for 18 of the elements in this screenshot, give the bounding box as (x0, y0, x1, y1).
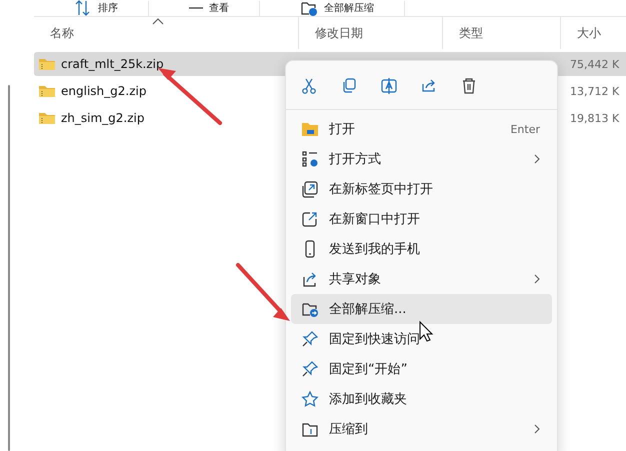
shortcut-text: Enter (510, 122, 540, 136)
menu-item-label: 打开 (329, 121, 355, 138)
menu-item-label: 压缩到 (329, 421, 368, 438)
menu-item-label: 发送到我的手机 (329, 241, 420, 258)
file-size: 13,712 K (569, 84, 620, 98)
menu-item-label: 固定到“开始” (329, 361, 408, 378)
menu-item-label: 添加到收藏夹 (329, 391, 407, 408)
menu-item-label: 全部解压缩... (329, 301, 406, 318)
file-size: 75,442 K (569, 58, 620, 70)
menu-item-label: 在新标签页中打开 (329, 181, 433, 198)
file-name: craft_mlt_25k.zip (61, 57, 164, 71)
menu-item-label: 打开方式 (329, 151, 381, 168)
file-name: english_g2.zip (61, 84, 146, 98)
menu-item-label: 固定到快速访问 (329, 331, 420, 348)
menu-item-label: 在新窗口中打开 (329, 211, 420, 228)
file-size: 19,813 K (569, 112, 620, 124)
file-name: zh_sim_g2.zip (61, 111, 144, 125)
menu-item-label: 共享对象 (329, 271, 381, 288)
